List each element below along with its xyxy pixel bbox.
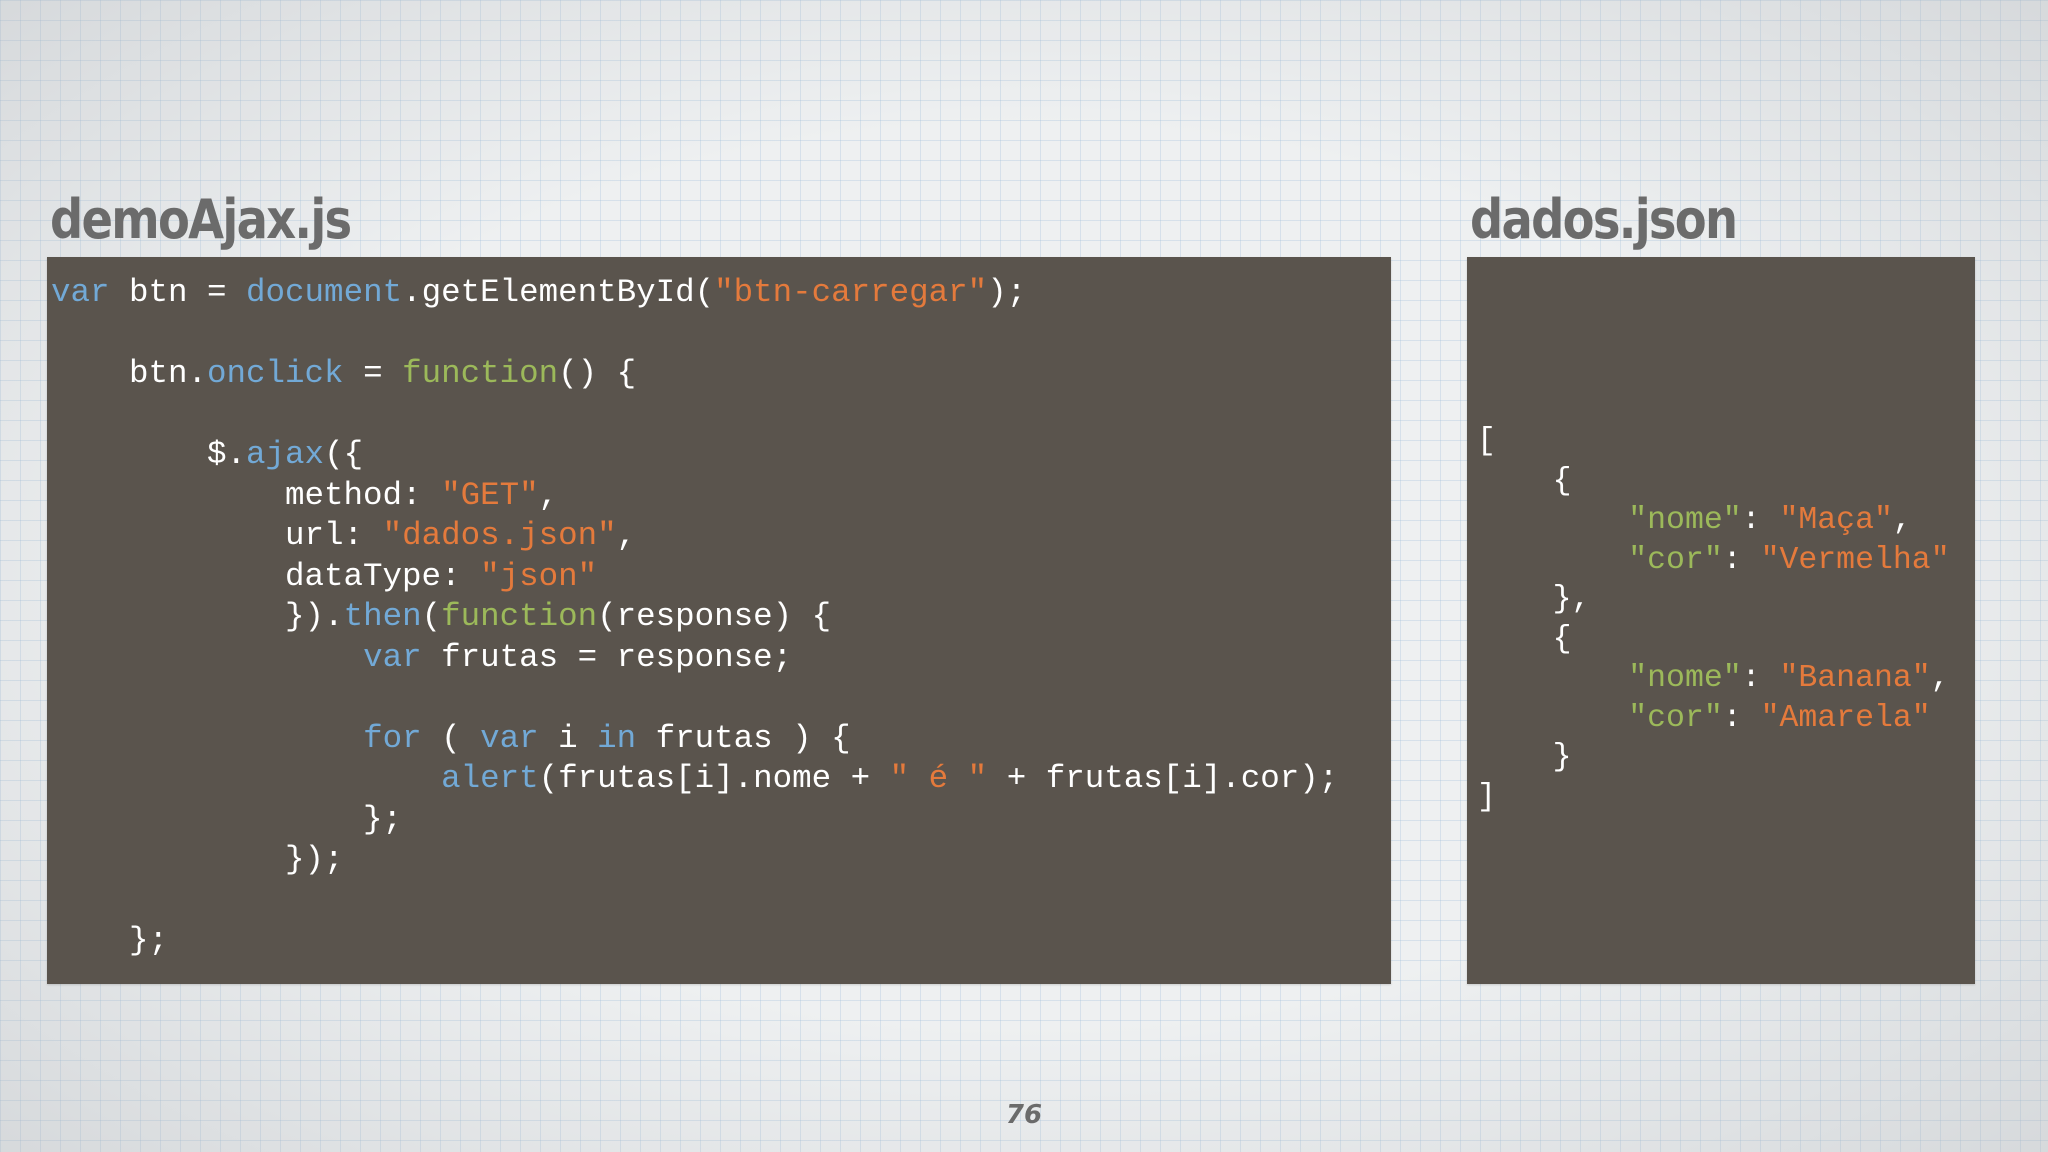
code-token: frutas ) {: [636, 719, 851, 757]
code-token: }).: [51, 598, 344, 635]
code-line: "nome": "Maça",: [1477, 503, 1912, 538]
code-token: );: [987, 274, 1027, 311]
right-code-title: dados.json: [1470, 188, 1738, 251]
code-line: method: "GET",: [51, 477, 558, 514]
code-token: =: [343, 355, 403, 392]
code-token: "Maça": [1779, 503, 1893, 538]
code-line: },: [1477, 582, 1591, 617]
code-token: (response) {: [597, 598, 832, 635]
code-token: :: [1722, 700, 1761, 736]
code-token: "btn-carregar": [714, 274, 988, 311]
code-token: function: [441, 598, 598, 635]
code-token: ({: [324, 436, 364, 473]
code-token: "Amarela": [1760, 700, 1931, 736]
code-token: dataType:: [51, 557, 481, 595]
code-token: };: [51, 800, 403, 838]
code-line: }: [1477, 740, 1572, 775]
code-token: + frutas[i].cor);: [987, 760, 1339, 797]
code-token: onclick: [207, 355, 344, 392]
code-token: },: [1477, 582, 1591, 617]
code-line: });: [51, 841, 344, 878]
code-line: $.ajax({: [51, 436, 363, 473]
code-token: });: [51, 841, 344, 878]
code-token: then: [343, 598, 422, 635]
code-token: ,: [616, 517, 637, 554]
code-token: document: [246, 274, 403, 311]
code-line: };: [51, 801, 402, 838]
code-token: in: [597, 719, 637, 757]
code-token: frutas = response;: [421, 638, 793, 676]
code-token: "nome": [1628, 661, 1742, 696]
code-token: "Banana": [1779, 661, 1931, 696]
code-token: "GET": [441, 476, 539, 514]
left-code-title: demoAjax.js: [50, 188, 352, 251]
code-token: :: [1722, 542, 1761, 578]
code-token: var: [363, 638, 422, 676]
code-token: }: [1477, 740, 1572, 775]
code-token: () {: [558, 355, 637, 392]
code-token: ,: [1930, 661, 1950, 696]
code-token: " é ": [889, 760, 988, 797]
code-token: url:: [51, 517, 383, 554]
page-number: 76: [1005, 1100, 1043, 1130]
code-line: dataType: "json": [51, 558, 597, 595]
code-token: [: [1477, 424, 1496, 459]
code-token: "dados.json": [382, 517, 617, 554]
code-line: alert(frutas[i].nome + " é " + frutas[i]…: [51, 760, 1338, 797]
code-token: var: [51, 274, 110, 311]
code-line: ]: [1477, 780, 1496, 815]
code-token: method:: [51, 476, 442, 514]
code-token: {: [1477, 463, 1572, 499]
code-token: btn =: [109, 274, 247, 311]
code-line: {: [1477, 622, 1572, 657]
json-code-panel: [ { "nome": "Maça", "cor": "Vermelha" },…: [1467, 257, 1975, 984]
code-line: }).then(function(response) {: [51, 598, 831, 635]
code-line: for ( var i in frutas ) {: [51, 720, 851, 757]
code-token: "Vermelha": [1760, 542, 1950, 578]
js-code-block: var btn = document.getElementById("btn-c…: [51, 273, 1338, 962]
code-line: [: [1477, 424, 1496, 459]
code-token: btn.: [51, 355, 208, 392]
code-token: (: [421, 598, 442, 635]
code-token: ajax: [246, 436, 325, 473]
code-token: function: [402, 355, 559, 392]
code-token: for: [363, 719, 422, 757]
code-token: "json": [480, 557, 598, 595]
code-token: i: [538, 719, 598, 757]
code-token: "nome": [1628, 503, 1742, 538]
code-line: };: [51, 922, 168, 959]
code-token: };: [51, 922, 169, 959]
code-token: :: [1741, 503, 1780, 538]
code-token: (: [421, 719, 481, 757]
code-token: .getElementById(: [402, 274, 715, 311]
code-line: "cor": "Amarela": [1477, 700, 1931, 736]
code-line: "nome": "Banana",: [1477, 661, 1950, 696]
code-line: var frutas = response;: [51, 639, 792, 676]
code-line: url: "dados.json",: [51, 517, 636, 554]
code-token: (frutas[i].nome +: [538, 760, 890, 797]
json-code-block: [ { "nome": "Maça", "cor": "Vermelha" },…: [1477, 422, 1950, 817]
code-token: "cor": [1628, 700, 1723, 736]
code-line: {: [1477, 464, 1572, 499]
code-line: btn.onclick = function() {: [51, 355, 636, 392]
code-line: var btn = document.getElementById("btn-c…: [51, 274, 1026, 311]
code-token: var: [480, 719, 539, 757]
code-token: ,: [1892, 503, 1912, 538]
code-token: ,: [538, 476, 559, 514]
code-token: {: [1477, 621, 1572, 657]
code-token: ]: [1477, 779, 1496, 815]
code-token: $.: [51, 436, 247, 473]
code-token: alert: [441, 760, 539, 797]
code-line: "cor": "Vermelha": [1477, 542, 1950, 578]
code-token: "cor": [1628, 542, 1723, 578]
js-code-panel: var btn = document.getElementById("btn-c…: [47, 257, 1391, 984]
code-token: :: [1741, 661, 1780, 696]
